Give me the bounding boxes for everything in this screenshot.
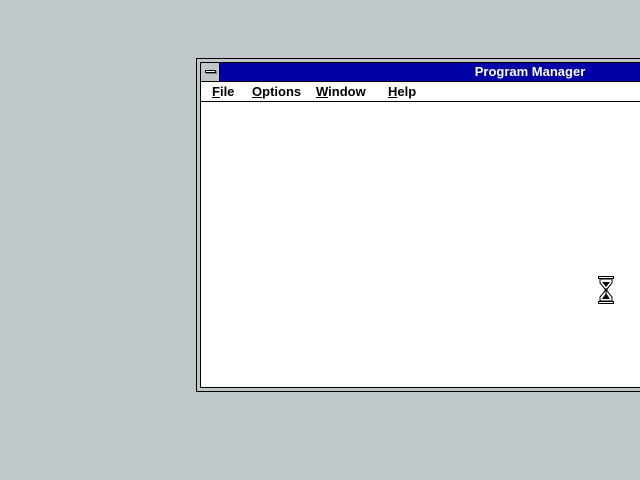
menu-file-label: ile — [219, 84, 235, 99]
menu-window[interactable]: Window — [316, 82, 366, 101]
title-clip: Program Manager — [201, 63, 640, 81]
menu-help-accel: H — [388, 84, 398, 99]
window-frame: Program Manager File Options Window Help — [200, 62, 640, 388]
menu-window-label: indow — [328, 84, 366, 99]
menu-file[interactable]: File — [212, 82, 234, 101]
menu-help[interactable]: Help — [388, 82, 416, 101]
hourglass-cursor-icon — [598, 276, 614, 304]
menu-file-accel: F — [212, 84, 220, 99]
title-bar[interactable]: Program Manager — [201, 63, 640, 82]
system-menu-icon — [205, 70, 216, 73]
menu-bar: File Options Window Help — [201, 82, 640, 102]
menu-options[interactable]: Options — [252, 82, 301, 101]
menu-options-accel: O — [252, 84, 263, 99]
menu-options-label: ptions — [262, 84, 302, 99]
system-menu-button[interactable] — [201, 63, 220, 81]
window-title: Program Manager — [474, 64, 586, 79]
desktop: Program Manager File Options Window Help — [0, 0, 640, 480]
menu-help-label: elp — [397, 84, 417, 99]
client-area[interactable] — [201, 102, 640, 387]
menu-window-accel: W — [316, 84, 329, 99]
program-manager-window: Program Manager File Options Window Help — [196, 58, 640, 392]
